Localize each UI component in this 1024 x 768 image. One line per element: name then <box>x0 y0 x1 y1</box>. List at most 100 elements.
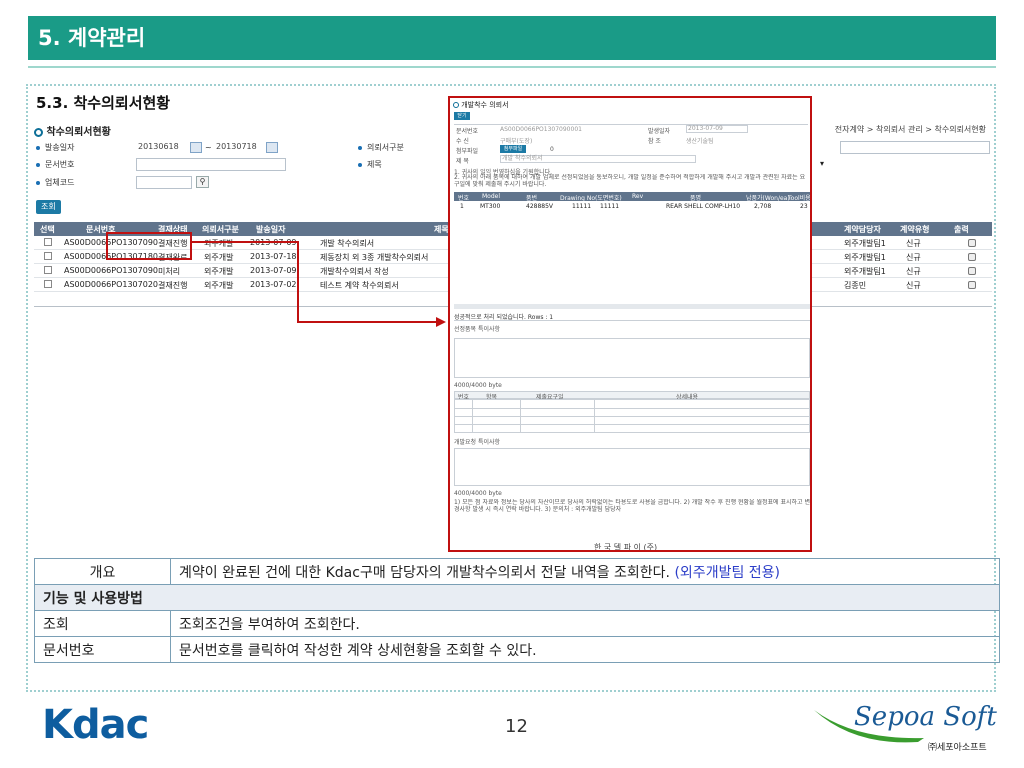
date-cell: 2013-07-02 <box>250 280 297 289</box>
calendar-icon[interactable] <box>190 142 202 153</box>
breadcrumb: 전자계약 > 착의뢰서 관리 > 착수의뢰서현황 <box>834 125 986 134</box>
item-col: 번호 <box>458 195 470 202</box>
attach-count: 0 <box>550 146 554 153</box>
sub-grid-rule <box>454 424 810 425</box>
print-icon[interactable] <box>968 239 976 247</box>
screen-title-text: 착수의뢰서현황 <box>46 127 111 138</box>
col-select: 선택 <box>40 225 55 234</box>
overview-row: 개요 계약이 완료된 건에 대한 Kdac구매 담당자의 개발착수의뢰서 전달 … <box>34 558 1000 585</box>
item-cell: 11111 <box>600 203 620 210</box>
subject-cell: 개발 착수의뢰서 <box>320 239 375 248</box>
desc-row-text: 문서번호를 클릭하여 작성한 계약 상세현황을 조회할 수 있다. <box>170 636 1000 663</box>
divider <box>454 124 808 125</box>
issue-date-label: 발생일자 <box>648 128 671 135</box>
search-button[interactable]: 조회 <box>36 200 61 214</box>
row-checkbox[interactable] <box>44 280 52 288</box>
type-cell: 외주개발 <box>204 253 234 262</box>
col-date: 발송일자 <box>256 225 286 234</box>
print-icon[interactable] <box>968 253 976 261</box>
subject-cell: 제동장치 외 3종 개발착수의뢰서 <box>320 253 429 262</box>
date-cell: 2013-07-09 <box>250 238 297 247</box>
popup-window: 개발착수 의뢰서 닫기 문서번호 AS00D0066PO1307090001 발… <box>448 96 812 552</box>
company-input[interactable] <box>136 176 192 189</box>
desc-row-text: 조회조건을 부여하여 조회한다. <box>170 610 1000 637</box>
item-grid-scrollbar[interactable] <box>454 304 810 309</box>
item-col: Model <box>482 193 501 200</box>
doc-no-link[interactable]: AS00D0066PO1307020 <box>64 280 158 289</box>
popup-footer-text: 1) 모든 첨 자료와 정보는 당사의 자산이므로 당사의 허락없이는 타용도로… <box>454 499 810 513</box>
item-cell: 2,708 <box>754 203 772 210</box>
overview-text: 계약이 완료된 건에 대한 Kdac구매 담당자의 개발착수의뢰서 전달 내역을… <box>179 564 671 581</box>
item-col: 납품가(Won/ea) <box>746 195 790 202</box>
notes-textarea[interactable] <box>454 338 810 378</box>
subject-label: 제 목 <box>456 158 469 165</box>
title-bullet-icon <box>34 127 43 137</box>
item-cell: REAR SHELL COMP-LH10 <box>666 203 741 210</box>
attach-button[interactable]: 첨부파일 <box>500 145 526 153</box>
issue-date-value: 2013-07-09 <box>686 125 748 133</box>
type-select[interactable] <box>840 141 990 154</box>
date-cell: 2013-07-18 <box>250 252 297 261</box>
byte-counter: 4000/4000 byte <box>454 382 502 389</box>
calendar-icon[interactable] <box>266 142 278 153</box>
close-button[interactable]: 닫기 <box>454 112 470 120</box>
bullet-icon <box>358 162 362 167</box>
doc-no-input[interactable] <box>136 158 286 171</box>
popup-title: 개발착수 의뢰서 <box>453 100 509 110</box>
sepoa-brand: Sepoa Soft <box>854 702 997 732</box>
manager-cell: 외주개발팀1 <box>844 253 886 262</box>
item-col: 품번 <box>526 195 538 202</box>
print-icon[interactable] <box>968 267 976 275</box>
sub-grid-rule <box>472 399 473 433</box>
date-from-field[interactable]: 20130618 <box>136 141 188 154</box>
item-col: 품명 <box>690 195 702 202</box>
item-col: Rev <box>632 193 644 200</box>
subject-label: 제목 <box>358 159 382 170</box>
receiver-label: 수 신 <box>456 138 469 145</box>
divider <box>454 320 810 321</box>
byte-counter: 4000/4000 byte <box>454 490 502 497</box>
company-label: 업체코드 <box>36 177 74 188</box>
chevron-down-icon[interactable]: ▾ <box>820 159 824 168</box>
date-to-field[interactable]: 20130718 <box>214 141 266 154</box>
manager-cell: 김종민 <box>844 281 867 290</box>
description-table: 개요 계약이 완료된 건에 대한 Kdac구매 담당자의 개발착수의뢰서 전달 … <box>34 558 1000 663</box>
dev-notes-textarea[interactable] <box>454 448 810 486</box>
slide-title: 5. 계약관리 <box>28 16 996 60</box>
item-cell: 11111 <box>572 203 592 210</box>
desc-row-label: 조회 <box>34 610 171 637</box>
date-separator: ~ <box>205 143 212 152</box>
bullet-icon <box>36 180 40 185</box>
sepoa-subtitle: ㈜세포아소프트 <box>928 743 987 753</box>
sub-grid-rule <box>594 399 595 433</box>
row-checkbox[interactable] <box>44 266 52 274</box>
sub-grid-rule <box>454 416 810 417</box>
row-checkbox[interactable] <box>44 238 52 246</box>
search-icon[interactable]: ⚲ <box>196 176 209 188</box>
popup-title-icon <box>453 102 459 108</box>
doc-no-label: 문서번호 <box>36 159 74 170</box>
section-header-row: 기능 및 사용방법 <box>34 584 1000 611</box>
subject-cell: 테스트 계약 착수의뢰서 <box>320 281 399 290</box>
row-checkbox[interactable] <box>44 252 52 260</box>
item-cell: 428885V <box>526 203 554 210</box>
doc-no-link[interactable]: AS00D0066PO1307090 <box>64 266 158 275</box>
contract-type-cell: 신규 <box>906 253 921 262</box>
sepoa-logo: Sepoa Soft ㈜세포아소프트 <box>814 700 1004 760</box>
section-title: 5.3. 착수의뢰서현황 <box>36 94 171 112</box>
date-label: 발송일자 <box>36 142 74 153</box>
status-cell: 결재진행 <box>158 281 188 290</box>
col-print: 출력 <box>954 225 969 234</box>
print-icon[interactable] <box>968 281 976 289</box>
subject-value: 개발 착수의뢰서 <box>500 155 696 163</box>
col-type: 의뢰서구분 <box>202 225 239 234</box>
item-cell: 1 <box>460 203 464 210</box>
item-cell: MT300 <box>480 203 501 210</box>
bullet-icon <box>36 162 40 167</box>
sub-grid-rule <box>454 408 810 409</box>
notice-line-2: 2. 귀사의 아래 품목에 대하여 개발 업체로 선정되었음을 통보하오니, 개… <box>454 174 806 188</box>
item-col: Drawing No(도면번호) <box>560 195 622 202</box>
date-label-text: 발송일자 <box>45 143 75 152</box>
type-cell: 외주개발 <box>204 267 234 276</box>
desc-row-label: 문서번호 <box>34 636 171 663</box>
